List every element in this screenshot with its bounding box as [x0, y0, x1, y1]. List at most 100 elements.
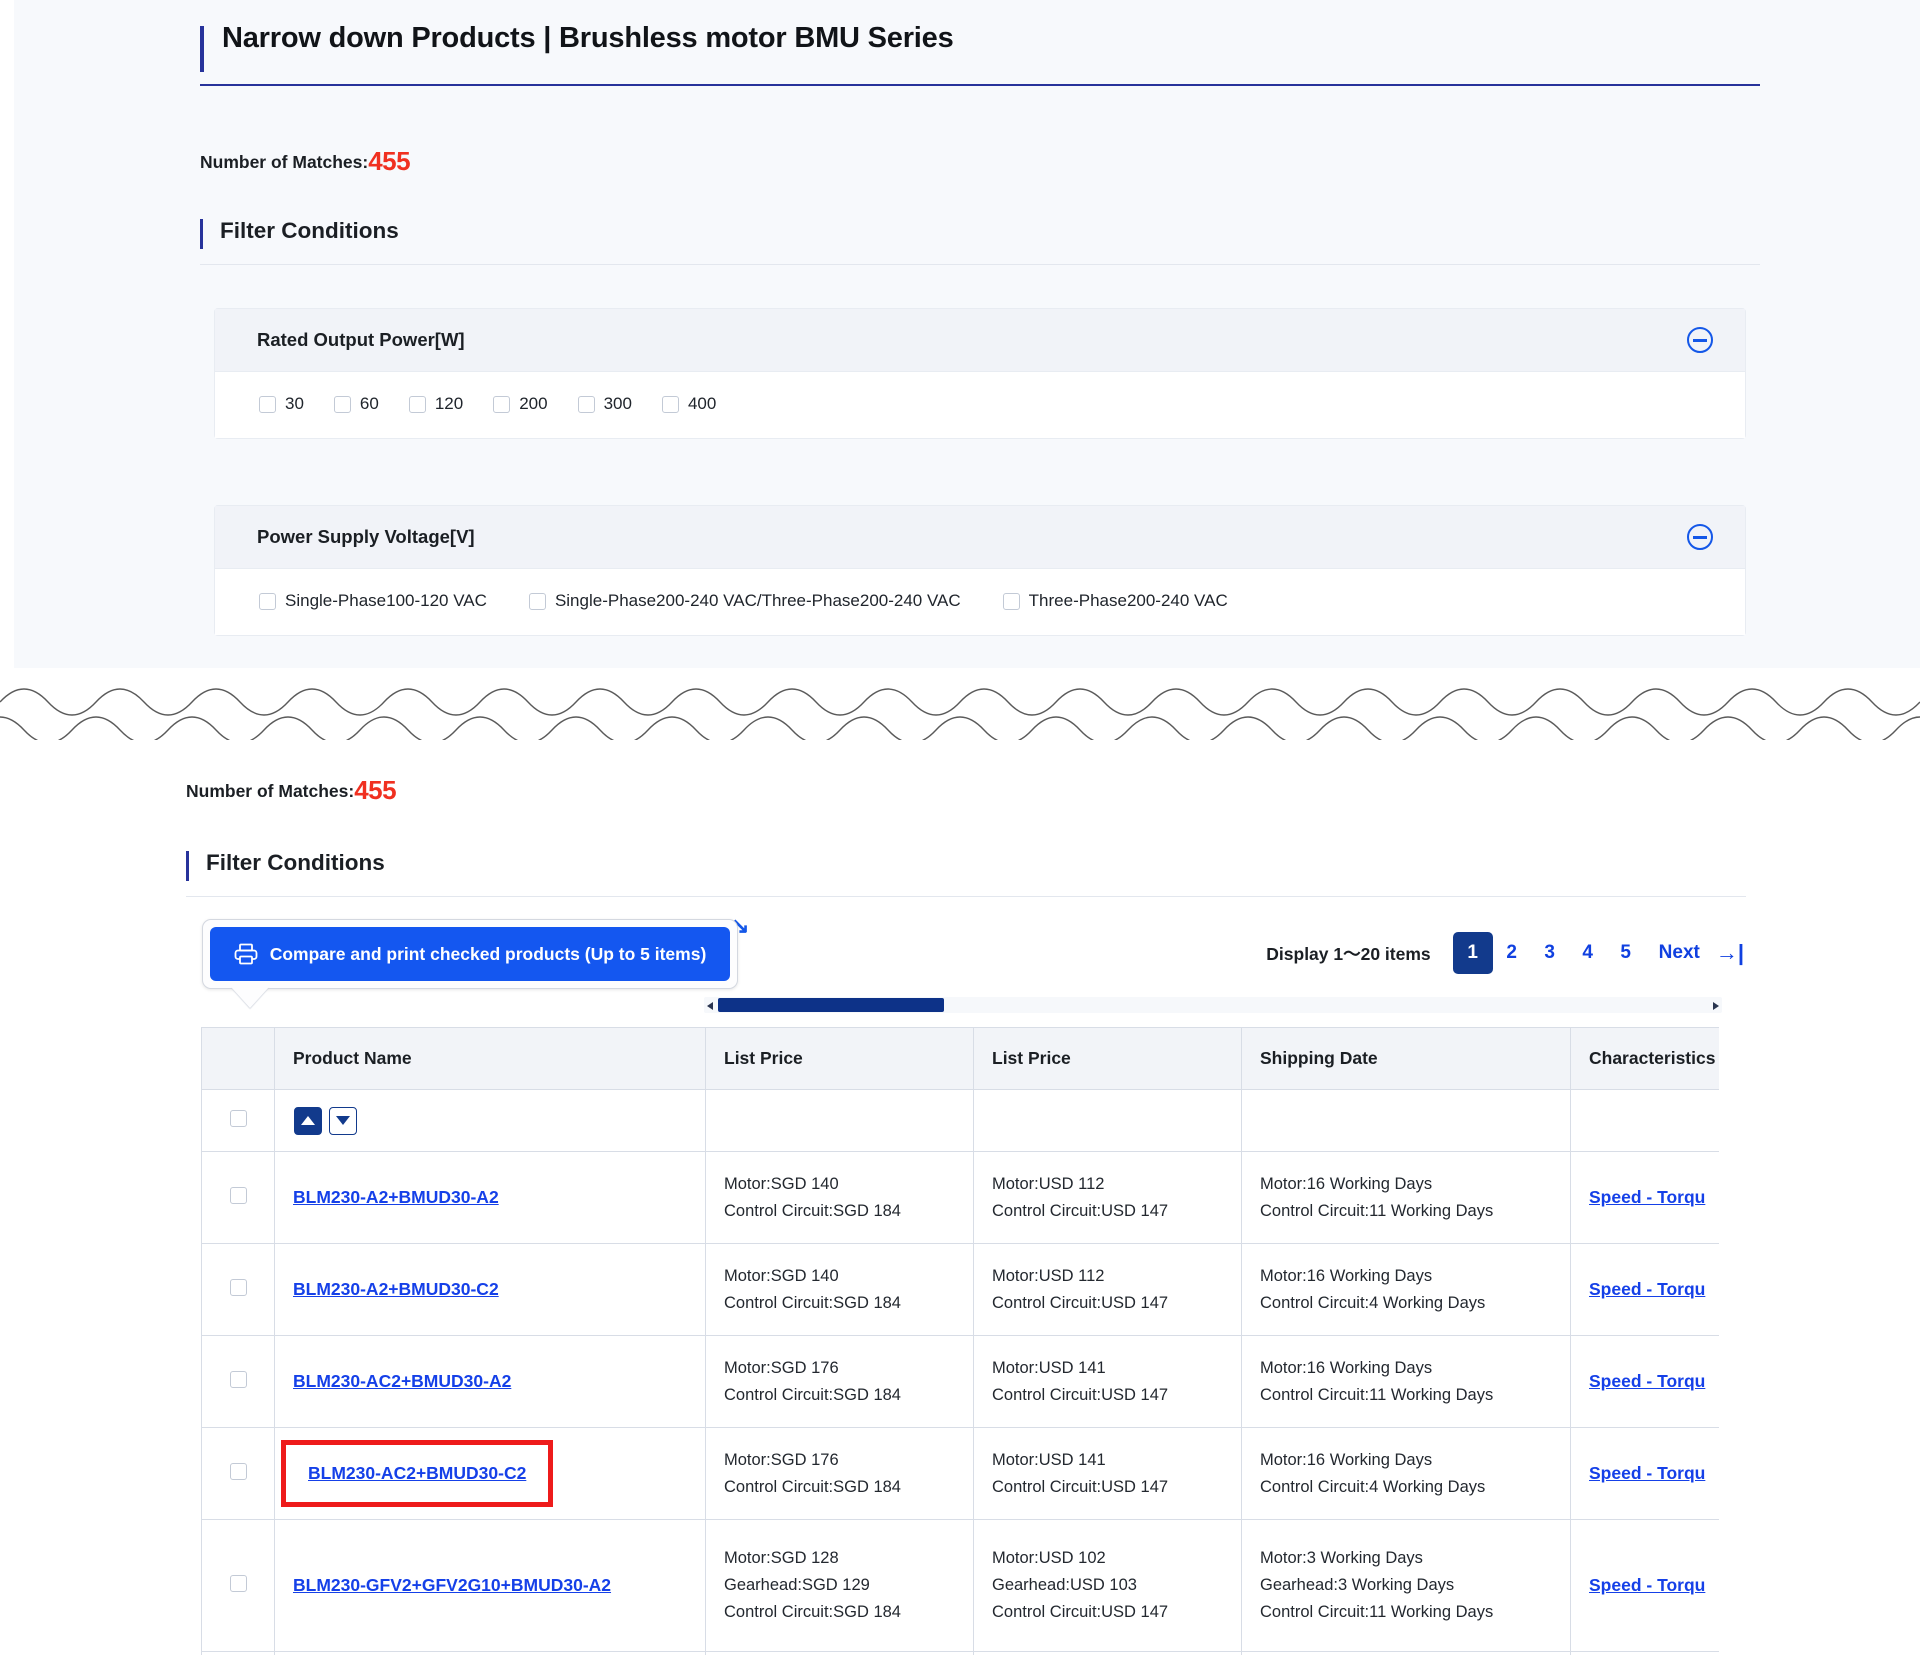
- filter-conditions-heading-top: Filter Conditions: [200, 218, 1760, 265]
- characteristics-link[interactable]: Speed - Torqu: [1589, 1279, 1705, 1299]
- shipping-line: Gearhead:3 Working Days: [1260, 1576, 1455, 1595]
- sort-descending-button[interactable]: [329, 1106, 357, 1135]
- row-checkbox[interactable]: [229, 1370, 247, 1388]
- checkbox-label: 200: [519, 394, 548, 413]
- table-horizontal-scrollbar[interactable]: [704, 997, 1722, 1013]
- product-name-link[interactable]: BLM230-A2+BMUD30-C2: [293, 1279, 499, 1299]
- list-price-usd-cell: [973, 1651, 1242, 1655]
- product-table: Product Name List Price List Price Shipp…: [201, 1027, 1719, 1655]
- checkbox-option-400[interactable]: 400: [661, 394, 716, 414]
- page-button-2[interactable]: 2: [1493, 933, 1531, 973]
- filter-group-header[interactable]: Power Supply Voltage[V]: [215, 506, 1745, 569]
- select-all-cell[interactable]: [201, 1089, 275, 1152]
- match-count-value: 455: [354, 775, 397, 805]
- price-line: Motor:SGD 128: [724, 1549, 839, 1568]
- checkbox-box[interactable]: [528, 592, 546, 610]
- checkbox-label: Single-Phase200-240 VAC/Three-Phase200-2…: [554, 591, 961, 610]
- match-count-value: 455: [368, 146, 411, 176]
- checkbox-option-single-phase-200-240[interactable]: Single-Phase200-240 VAC/Three-Phase200-2…: [528, 591, 961, 611]
- checkbox-box[interactable]: [259, 592, 276, 610]
- row-checkbox[interactable]: [229, 1574, 247, 1592]
- row-select-cell[interactable]: [201, 1519, 275, 1652]
- checkbox-box[interactable]: [333, 395, 351, 413]
- price-line: Motor:SGD 140: [724, 1266, 839, 1285]
- checkbox-box[interactable]: [577, 395, 595, 413]
- minus-circle-icon[interactable]: [1687, 327, 1713, 353]
- price-stack: Motor:SGD 176 Control Circuit:SGD 184: [724, 1355, 955, 1408]
- shipping-date-cell: Motor:16 Working Days Control Circuit:4 W…: [1241, 1243, 1571, 1336]
- table-sort-row: [201, 1089, 1719, 1152]
- page-button-4[interactable]: 4: [1569, 933, 1607, 973]
- page-title-block: Narrow down Products | Brushless motor B…: [200, 22, 1760, 86]
- list-price-usd-cell: Motor:USD 141 Control Circuit:USD 147: [973, 1335, 1242, 1428]
- page-button-5[interactable]: 5: [1607, 933, 1645, 973]
- row-select-cell[interactable]: [201, 1243, 275, 1336]
- row-select-cell[interactable]: [201, 1427, 275, 1520]
- characteristics-link[interactable]: Speed - Torqu: [1589, 1575, 1705, 1595]
- checkbox-option-three-phase-200-240[interactable]: Three-Phase200-240 VAC: [1002, 591, 1228, 611]
- checkbox-box[interactable]: [408, 395, 426, 413]
- list-price-usd-cell: Motor:USD 141 Control Circuit:USD 147: [973, 1427, 1242, 1520]
- list-price-usd-cell: Motor:USD 112 Control Circuit:USD 147: [973, 1243, 1242, 1336]
- price-line: Control Circuit:SGD 184: [724, 1385, 901, 1404]
- characteristics-link[interactable]: Speed - Torqu: [1589, 1187, 1705, 1207]
- row-select-cell[interactable]: [201, 1151, 275, 1244]
- header-characteristics: Characteristics: [1570, 1027, 1719, 1090]
- checkbox-option-30[interactable]: 30: [259, 394, 304, 414]
- price-stack: Motor:SGD 140 Control Circuit:SGD 184: [724, 1171, 955, 1224]
- sort-controls: [276, 1106, 704, 1135]
- checkbox-option-single-phase-100-120[interactable]: Single-Phase100-120 VAC: [259, 591, 487, 611]
- sort-ascending-button[interactable]: [294, 1106, 322, 1135]
- checkbox-option-60[interactable]: 60: [333, 394, 379, 414]
- product-name-link[interactable]: BLM230-AC2+BMUD30-C2: [308, 1463, 526, 1483]
- row-select-cell[interactable]: [201, 1335, 275, 1428]
- list-price-sgd-cell: [705, 1651, 974, 1655]
- checkbox-label: Three-Phase200-240 VAC: [1028, 591, 1228, 610]
- match-count-label: Number of Matches:: [186, 781, 355, 801]
- tooltip-pointer: [231, 987, 269, 1008]
- checkbox-box[interactable]: [493, 395, 511, 413]
- page-button-1[interactable]: 1: [1452, 932, 1493, 974]
- product-name-link[interactable]: BLM230-GFV2+GFV2G10+BMUD30-A2: [293, 1575, 611, 1595]
- checkbox-option-300[interactable]: 300: [577, 394, 632, 414]
- shipping-date-cell: Motor:16 Working Days Control Circuit:11 …: [1241, 1335, 1571, 1428]
- row-checkbox[interactable]: [229, 1186, 247, 1204]
- product-name-link[interactable]: BLM230-A2+BMUD30-A2: [293, 1187, 499, 1207]
- filter-conditions-label: Filter Conditions: [220, 218, 399, 243]
- next-page-button[interactable]: Next: [1645, 933, 1710, 973]
- characteristics-link[interactable]: Speed - Torqu: [1589, 1371, 1705, 1391]
- checkbox-box[interactable]: [1002, 592, 1020, 610]
- page-button-3[interactable]: 3: [1531, 933, 1569, 973]
- compare-and-print-button[interactable]: Compare and print checked products (Up t…: [210, 927, 730, 981]
- shipping-line: Control Circuit:11 Working Days: [1260, 1602, 1494, 1621]
- title-accent-bar: [200, 26, 204, 72]
- display-range-label: Display 1～20 items: [1266, 943, 1431, 964]
- checkbox-box[interactable]: [259, 395, 276, 413]
- sort-empty-cell: [1570, 1089, 1719, 1152]
- scroll-left-arrow-icon[interactable]: [707, 1002, 713, 1010]
- checkbox-option-200[interactable]: 200: [493, 394, 548, 414]
- header-checkbox: [201, 1027, 275, 1090]
- scrollbar-thumb[interactable]: [718, 998, 944, 1012]
- last-page-button[interactable]: →|: [1710, 933, 1744, 973]
- checkbox-box[interactable]: [661, 395, 679, 413]
- row-select-cell[interactable]: [201, 1651, 275, 1655]
- row-checkbox[interactable]: [229, 1278, 247, 1296]
- price-line: Control Circuit:USD 147: [992, 1477, 1169, 1496]
- row-checkbox[interactable]: [229, 1462, 247, 1480]
- product-name-link[interactable]: BLM230-AC2+BMUD30-A2: [293, 1371, 511, 1391]
- characteristics-link[interactable]: Speed - Torqu: [1589, 1463, 1705, 1483]
- price-line: Control Circuit:USD 147: [992, 1201, 1169, 1220]
- scroll-right-arrow-icon[interactable]: [1713, 1002, 1719, 1010]
- product-name-cell: BLM230-A2+BMUD30-C2: [274, 1243, 706, 1336]
- shipping-date-cell: Motor:3 Working Days Gearhead:3 Working D…: [1241, 1519, 1571, 1652]
- select-all-checkbox[interactable]: [229, 1109, 247, 1127]
- shipping-line: Motor:3 Working Days: [1260, 1549, 1423, 1568]
- filter-group-header[interactable]: Rated Output Power[W]: [215, 309, 1745, 372]
- table-row: BLM230-AC2+BMUD30-A2 Motor:SGD 176 Contro…: [201, 1335, 1719, 1428]
- minus-circle-icon[interactable]: [1687, 524, 1713, 550]
- list-price-sgd-cell: Motor:SGD 128 Gearhead:SGD 129 Control Cir…: [705, 1519, 974, 1652]
- match-count-label: Number of Matches:: [200, 152, 369, 172]
- compare-print-tooltip: Compare and print checked products (Up t…: [202, 919, 738, 1008]
- checkbox-option-120[interactable]: 120: [408, 394, 463, 414]
